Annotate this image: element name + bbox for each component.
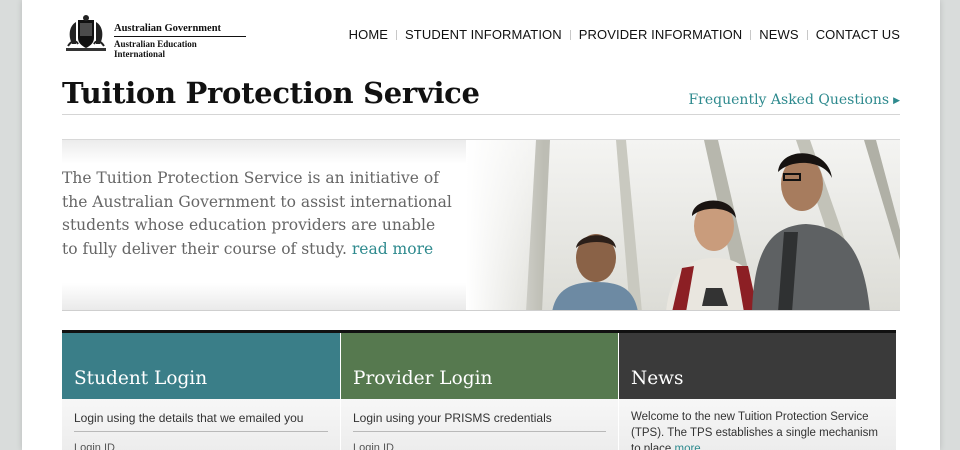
news-more-link[interactable]: more	[674, 443, 700, 450]
student-login-subtitle: Login using the details that we emailed …	[74, 411, 328, 432]
coat-of-arms-icon	[66, 15, 106, 51]
provider-login-box: Provider Login Login using your PRISMS c…	[340, 333, 618, 450]
nav-separator	[569, 29, 571, 40]
main-nav: HOME STUDENT INFORMATION PROVIDER INFORM…	[349, 27, 900, 42]
news-box: News Welcome to the new Tuition Protecti…	[618, 333, 896, 450]
news-title: News	[631, 368, 684, 389]
provider-login-id-label: Login ID	[353, 442, 394, 450]
nav-contact-us[interactable]: CONTACT US	[816, 27, 900, 42]
students-photo	[466, 140, 900, 310]
nav-separator	[806, 29, 808, 40]
student-login-body: Login using the details that we emailed …	[62, 399, 340, 450]
feature-boxes: Student Login Login using the details th…	[62, 330, 896, 450]
hero-banner: The Tuition Protection Service is an ini…	[62, 139, 900, 311]
student-login-header: Student Login	[62, 333, 340, 399]
nav-news[interactable]: NEWS	[759, 27, 798, 42]
page-title: Tuition Protection Service	[62, 76, 480, 110]
logo-divider	[114, 36, 246, 37]
org-line1: Australian Government	[114, 23, 222, 34]
provider-login-header: Provider Login	[341, 333, 618, 399]
hero-text: The Tuition Protection Service is an ini…	[62, 167, 452, 261]
page: Australian Government Australian Educati…	[22, 0, 940, 450]
provider-login-title: Provider Login	[353, 368, 493, 389]
org-line2: Australian Education International	[114, 39, 197, 59]
news-body: Welcome to the new Tuition Protection Se…	[619, 399, 896, 450]
nav-provider-information[interactable]: PROVIDER INFORMATION	[579, 27, 743, 42]
news-text: Welcome to the new Tuition Protection Se…	[631, 409, 884, 450]
faq-link[interactable]: Frequently Asked Questions ▶	[688, 92, 900, 108]
australian-government-logo[interactable]: Australian Government Australian Educati…	[62, 14, 248, 59]
news-text-content: Welcome to the new Tuition Protection Se…	[631, 411, 878, 450]
news-header: News	[619, 333, 896, 399]
nav-separator	[750, 29, 752, 40]
nav-separator	[396, 29, 398, 40]
faq-link-label: Frequently Asked Questions	[688, 92, 890, 108]
nav-home[interactable]: HOME	[349, 27, 388, 42]
provider-login-subtitle: Login using your PRISMS credentials	[353, 411, 606, 432]
triangle-right-icon: ▶	[893, 96, 900, 106]
title-divider	[62, 114, 900, 115]
student-login-title: Student Login	[74, 368, 208, 389]
nav-student-information[interactable]: STUDENT INFORMATION	[405, 27, 562, 42]
student-login-id-label: Login ID	[74, 442, 115, 450]
read-more-link[interactable]: read more	[352, 240, 433, 258]
student-login-box: Student Login Login using the details th…	[62, 333, 340, 450]
provider-login-body: Login using your PRISMS credentials Logi…	[341, 399, 618, 450]
